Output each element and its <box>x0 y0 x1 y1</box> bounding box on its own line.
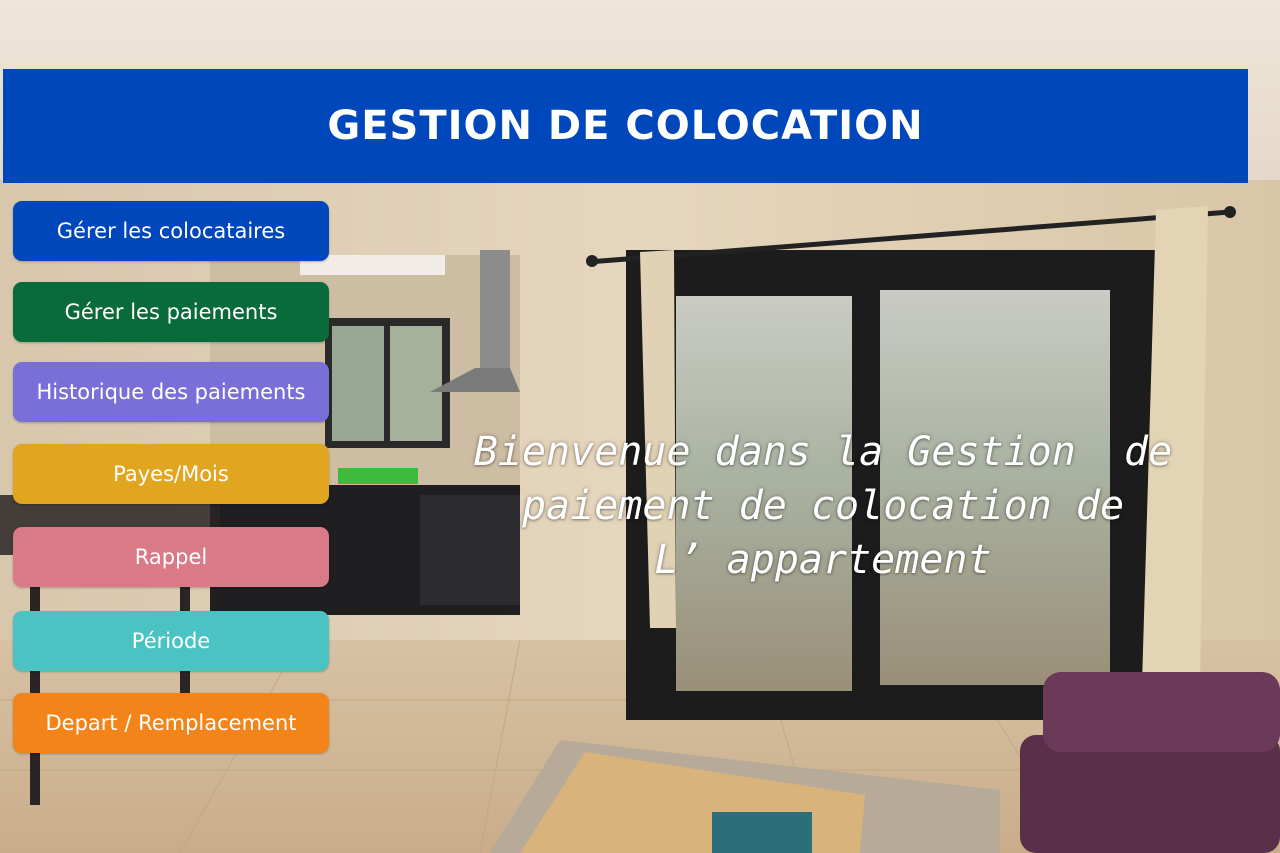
welcome-line: paiement de colocation de <box>521 483 1125 529</box>
departure-replacement-button[interactable]: Depart / Remplacement <box>13 693 329 753</box>
payments-per-month-button[interactable]: Payes/Mois <box>13 444 329 504</box>
welcome-line: Bienvenue dans la Gestion de <box>473 429 1173 475</box>
period-button[interactable]: Période <box>13 611 329 671</box>
welcome-message: Bienvenue dans la Gestion de paiement de… <box>462 425 1184 587</box>
reminder-button[interactable]: Rappel <box>13 527 329 587</box>
app-title: GESTION DE COLOCATION <box>327 103 924 149</box>
app-header: GESTION DE COLOCATION <box>3 69 1248 183</box>
manage-payments-button[interactable]: Gérer les paiements <box>13 282 329 342</box>
welcome-line: L’ appartement <box>654 537 992 583</box>
payment-history-button[interactable]: Historique des paiements <box>13 362 329 422</box>
manage-roommates-button[interactable]: Gérer les colocataires <box>13 201 329 261</box>
